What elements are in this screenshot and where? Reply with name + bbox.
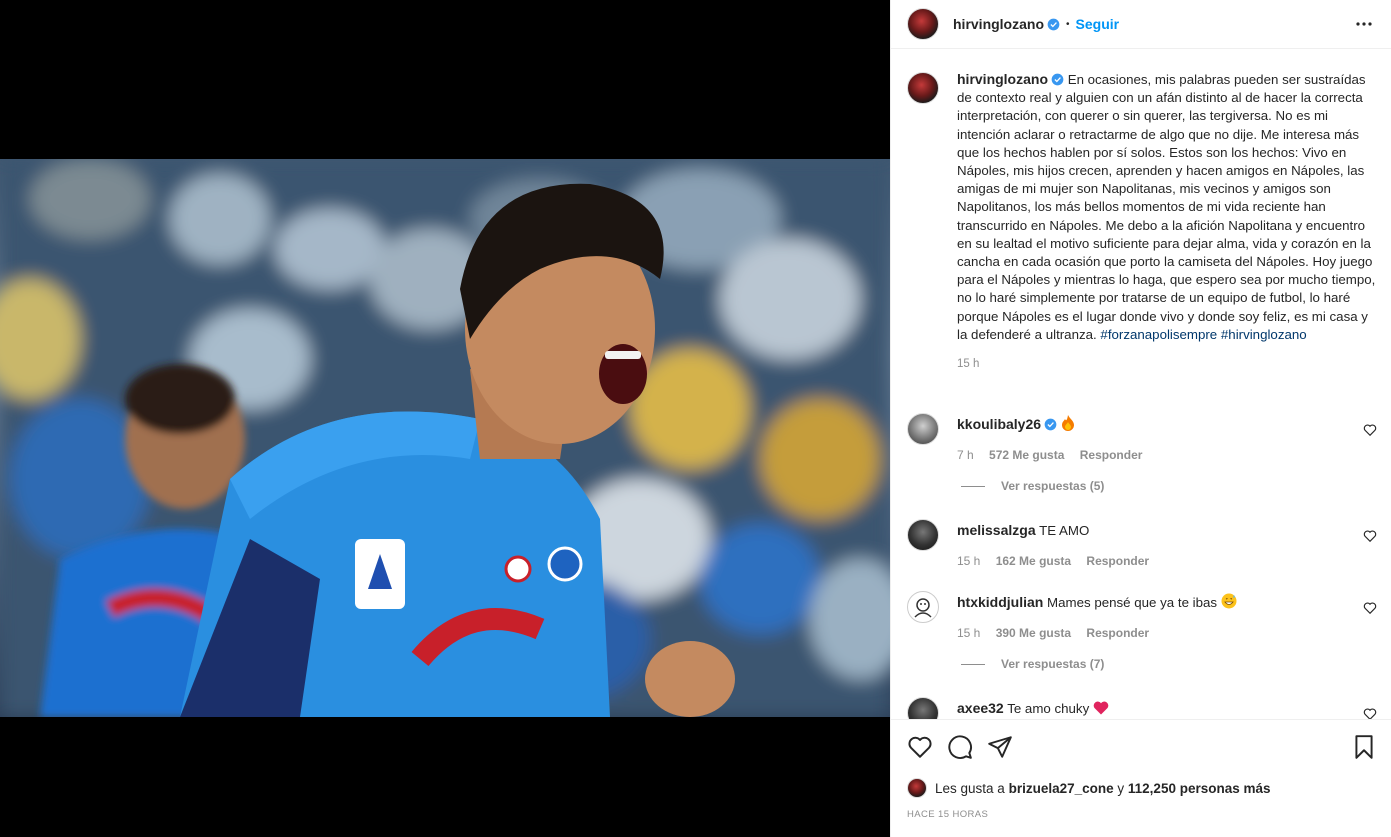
commenter-avatar[interactable] <box>907 697 939 719</box>
comment-likes[interactable]: 390 Me gusta <box>996 626 1071 640</box>
more-options-icon[interactable] <box>1352 12 1376 36</box>
commenter-avatar[interactable] <box>907 519 939 551</box>
comment-likes[interactable]: 572 Me gusta <box>989 448 1064 462</box>
caption-username[interactable]: hirvinglozano <box>957 71 1048 87</box>
share-send-icon[interactable] <box>987 734 1013 760</box>
author-avatar[interactable] <box>907 8 939 40</box>
comment-like-heart-icon[interactable] <box>1363 529 1377 543</box>
comment-like-heart-icon[interactable] <box>1363 601 1377 615</box>
media-area <box>0 0 890 837</box>
comment-bubble-icon[interactable] <box>947 734 973 760</box>
comment-item: melissalzga TE AMO 15 h 162 Me gusta Res… <box>907 519 1377 568</box>
comment-item: axee32 Te amo chuky <box>907 697 1377 719</box>
follow-button[interactable]: Seguir <box>1076 16 1120 32</box>
replies-divider-line <box>961 663 985 665</box>
caption-time[interactable]: 15 h <box>957 358 1377 370</box>
verified-badge-icon <box>1051 73 1064 86</box>
caption-text: hirvinglozano En ocasiones, mis palabras… <box>957 70 1377 344</box>
comment-meta: 15 h 390 Me gusta Responder <box>957 626 1377 640</box>
likes-prefix: Les gusta a <box>935 780 1005 796</box>
comment-text-line: axee32 Te amo chuky <box>957 697 1377 718</box>
post-header: hirvinglozano • Seguir <box>891 0 1391 49</box>
view-replies-label: Ver respuestas (7) <box>1001 657 1105 671</box>
red-heart-emoji-icon <box>1093 701 1109 715</box>
comment-text-line: melissalzga TE AMO <box>957 519 1377 540</box>
commenter-username[interactable]: melissalzga <box>957 522 1036 538</box>
header-separator: • <box>1066 18 1070 30</box>
fire-emoji-icon <box>1061 415 1074 431</box>
caption-hashtags[interactable]: #forzanapolisempre #hirvinglozano <box>1100 327 1306 342</box>
replies-divider-line <box>961 485 985 487</box>
comment-time[interactable]: 7 h <box>957 448 974 462</box>
reply-button[interactable]: Responder <box>1086 554 1149 568</box>
comment-item: htxkiddjulian Mames pensé que ya te ibas… <box>907 591 1377 671</box>
action-bar <box>907 734 1376 762</box>
like-heart-icon[interactable] <box>907 734 933 760</box>
commenter-avatar[interactable] <box>907 413 939 445</box>
comment-meta: 15 h 162 Me gusta Responder <box>957 554 1377 568</box>
caption-body: En ocasiones, mis palabras pueden ser su… <box>957 72 1376 342</box>
verified-badge-icon <box>1047 18 1060 30</box>
post-timestamp[interactable]: HACE 15 HORAS <box>907 809 988 820</box>
save-bookmark-icon[interactable] <box>1351 734 1377 760</box>
comment-like-heart-icon[interactable] <box>1363 707 1377 719</box>
comment-like-heart-icon[interactable] <box>1363 423 1377 437</box>
comment-text: Te amo chuky <box>1007 701 1090 716</box>
caption-author-avatar[interactable] <box>907 72 939 104</box>
player-photo-illustration <box>0 159 890 717</box>
liker-avatar[interactable] <box>907 778 927 798</box>
commenter-username[interactable]: axee32 <box>957 700 1004 716</box>
likes-summary: Les gusta a brizuela27_cone y 112,250 pe… <box>907 778 1271 798</box>
commenter-username[interactable]: htxkiddjulian <box>957 594 1043 610</box>
comments-scroll-area[interactable]: hirvinglozano En ocasiones, mis palabras… <box>891 49 1391 719</box>
author-username[interactable]: hirvinglozano <box>953 16 1044 32</box>
commenter-avatar[interactable] <box>907 591 939 623</box>
instagram-post-modal: hirvinglozano • Seguir hirvinglozano En … <box>0 0 1391 837</box>
sketch-face-icon <box>914 598 932 618</box>
comment-time[interactable]: 15 h <box>957 554 980 568</box>
comment-likes[interactable]: 162 Me gusta <box>996 554 1071 568</box>
comment-item: kkoulibaly26 7 h 572 Me gusta Responder … <box>907 413 1377 493</box>
view-replies-button[interactable]: Ver respuestas (7) <box>961 657 1377 671</box>
post-caption: hirvinglozano En ocasiones, mis palabras… <box>907 70 1377 370</box>
likes-count[interactable]: 112,250 personas más <box>1128 781 1271 796</box>
likes-mid: y <box>1117 780 1125 796</box>
post-side-panel: hirvinglozano • Seguir hirvinglozano En … <box>890 0 1391 837</box>
liker-username[interactable]: brizuela27_cone <box>1009 781 1114 796</box>
comment-text: TE AMO <box>1039 523 1090 538</box>
view-replies-button[interactable]: Ver respuestas (5) <box>961 479 1377 493</box>
comment-meta: 7 h 572 Me gusta Responder <box>957 448 1377 462</box>
comment-time[interactable]: 15 h <box>957 626 980 640</box>
comment-text-line: htxkiddjulian Mames pensé que ya te ibas <box>957 591 1377 612</box>
verified-badge-icon <box>1044 418 1057 431</box>
reply-button[interactable]: Responder <box>1086 626 1149 640</box>
post-actions-section: Les gusta a brizuela27_cone y 112,250 pe… <box>891 719 1391 837</box>
grin-sweat-emoji-icon <box>1221 593 1237 609</box>
comment-text-line: kkoulibaly26 <box>957 413 1377 434</box>
reply-button[interactable]: Responder <box>1080 448 1143 462</box>
post-photo[interactable] <box>0 159 890 717</box>
comment-text: Mames pensé que ya te ibas <box>1047 595 1218 610</box>
commenter-username[interactable]: kkoulibaly26 <box>957 416 1041 432</box>
view-replies-label: Ver respuestas (5) <box>1001 479 1105 493</box>
